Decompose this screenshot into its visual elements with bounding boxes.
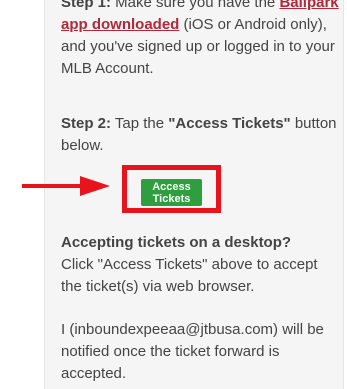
- step-one-text-before: Make sure you have the: [111, 0, 280, 11]
- right-arrow-icon: [22, 176, 110, 196]
- desktop-instructions: Accepting tickets on a desktop? Click "A…: [61, 232, 341, 298]
- access-tickets-reference: "Access Tickets": [168, 115, 291, 132]
- desktop-heading: Accepting tickets on a desktop?: [61, 234, 292, 251]
- step-one-instructions: Step 1: Make sure you have the Ballpark …: [61, 0, 341, 80]
- desktop-text: Click "Access Tickets" above to accept t…: [61, 256, 318, 295]
- notification-text: I (inboundexpeeaa@jtbusa.com) will be no…: [61, 321, 324, 382]
- access-tickets-button[interactable]: Access Tickets: [141, 179, 202, 206]
- step-two-instructions: Step 2: Tap the "Access Tickets" button …: [61, 113, 341, 157]
- step-one-label: Step 1:: [61, 0, 112, 11]
- step-two-label: Step 2:: [61, 115, 112, 132]
- email-view: Step 1: Make sure you have the Ballpark …: [0, 0, 347, 389]
- step-two-text-before: Tap the: [111, 115, 169, 132]
